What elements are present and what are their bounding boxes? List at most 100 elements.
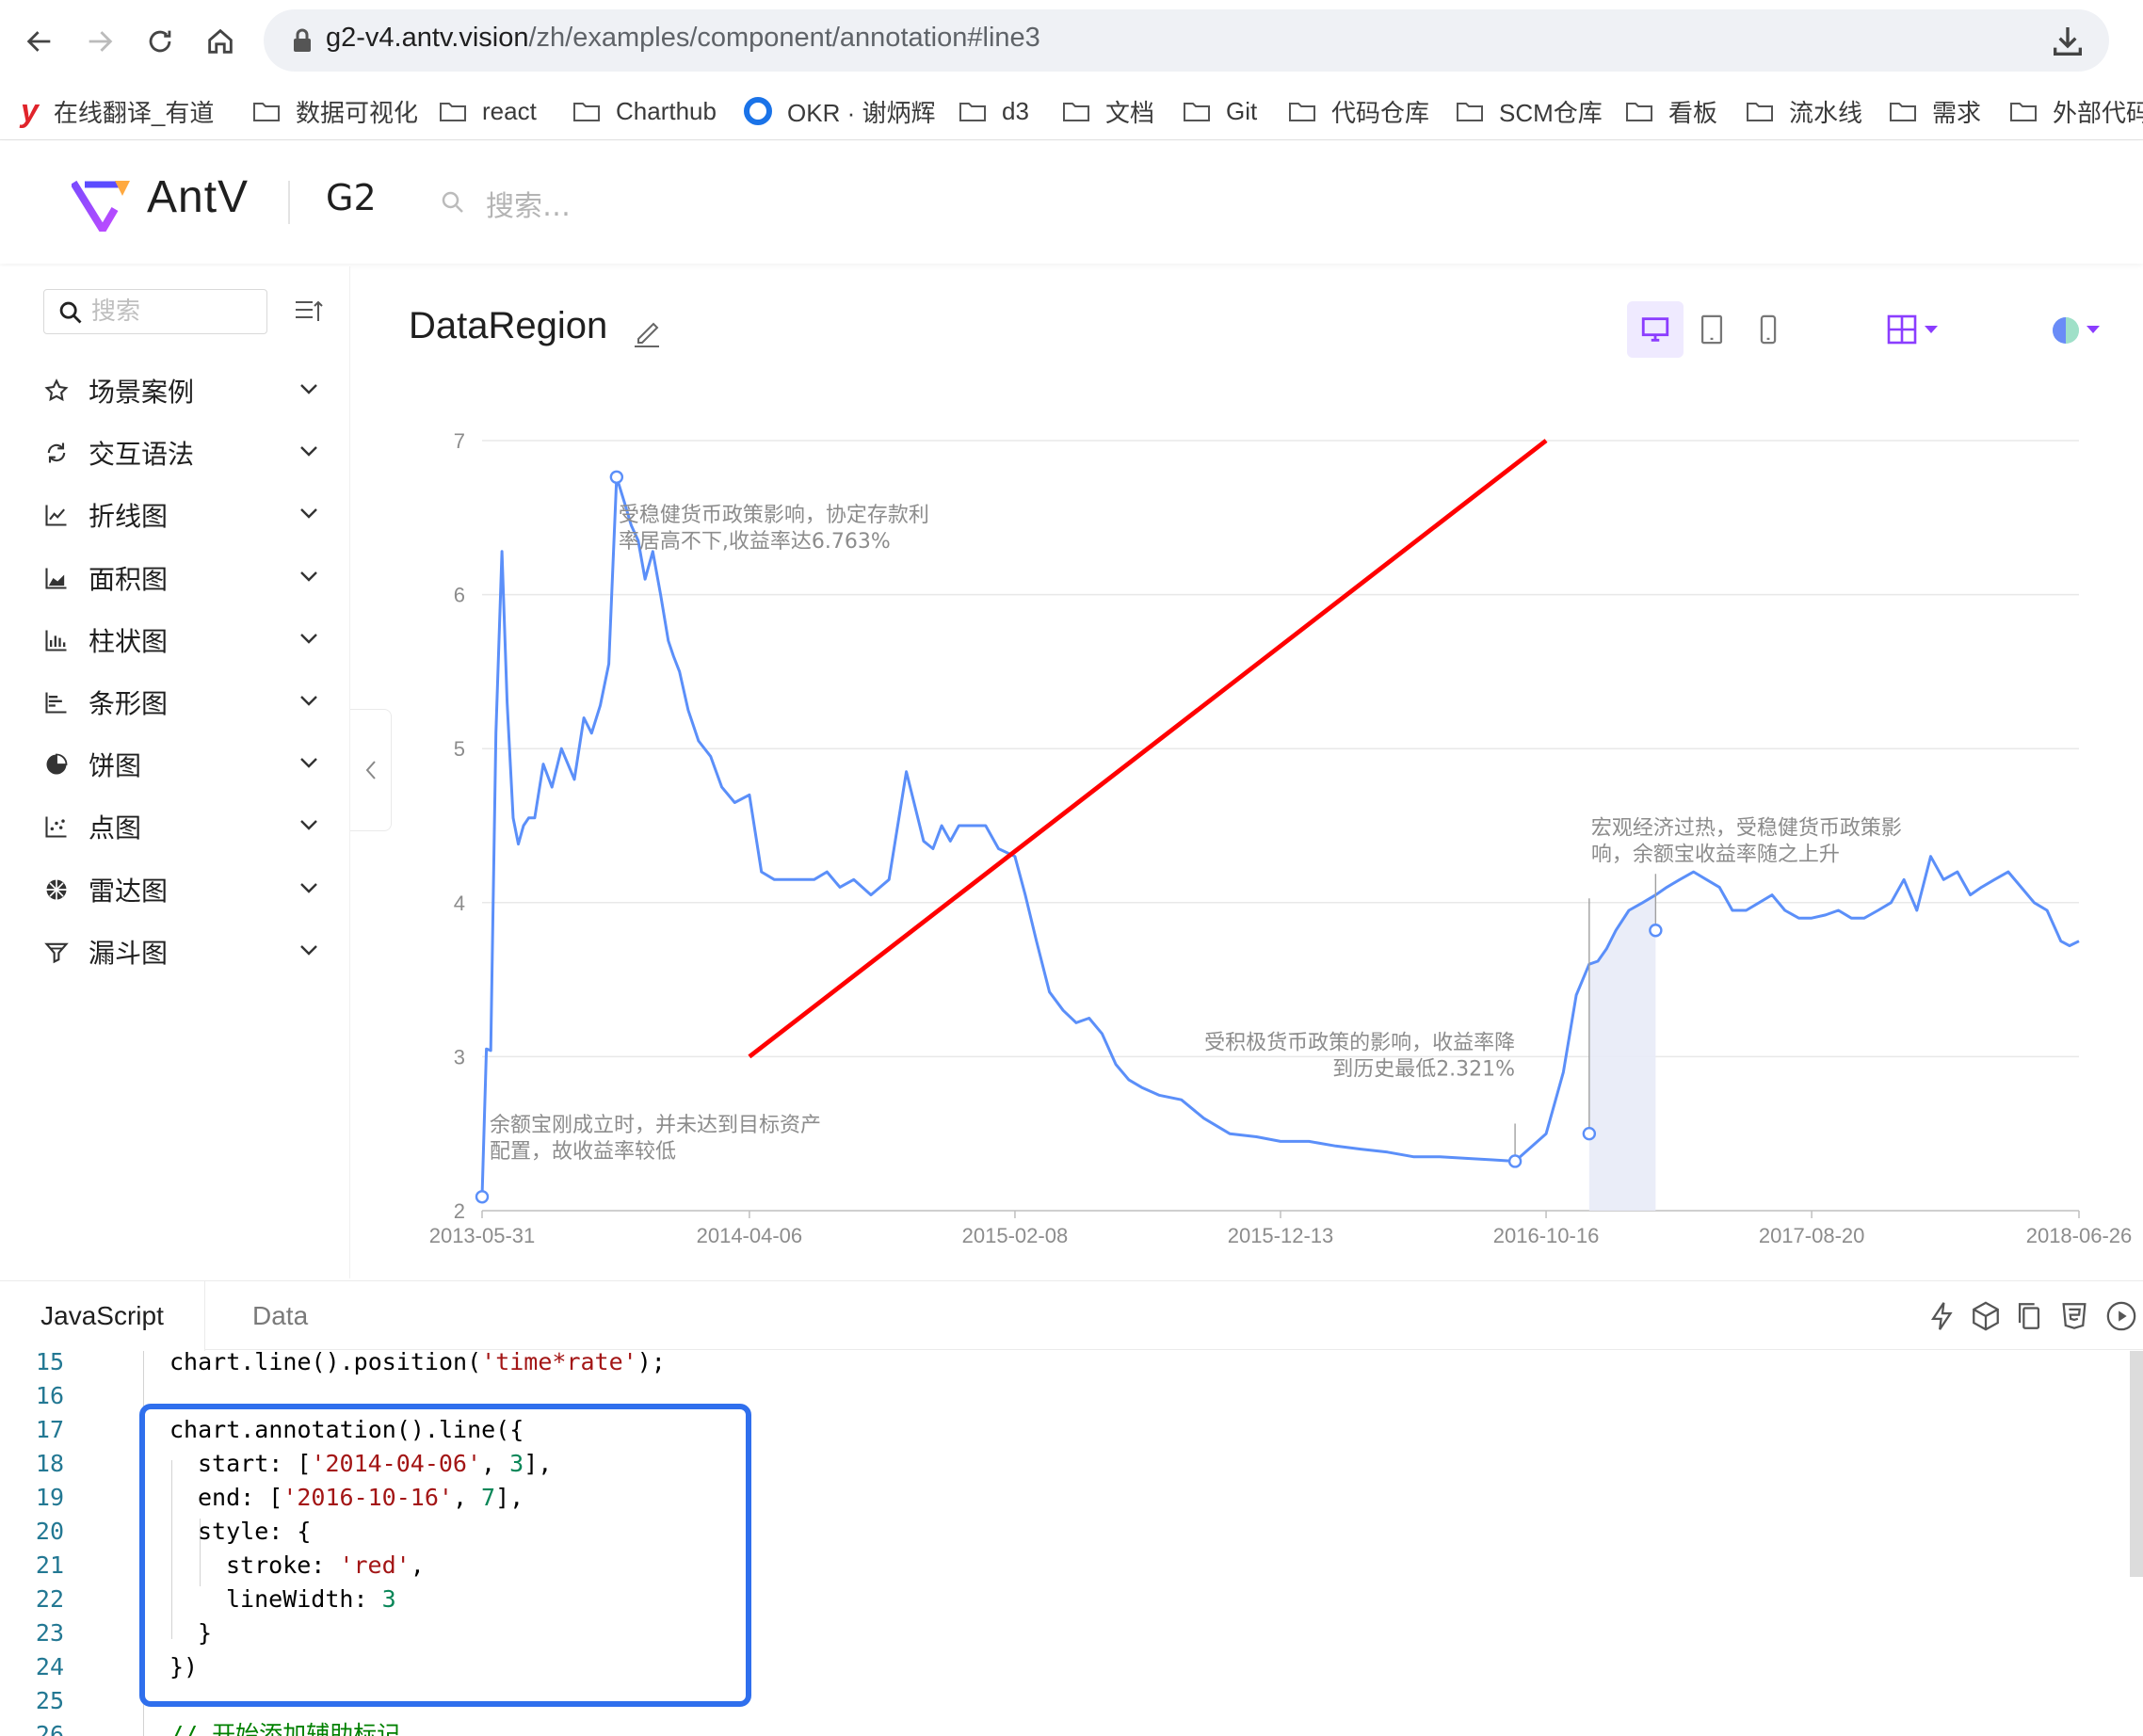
sidebar-item-label: 折线图 (89, 501, 169, 533)
html5-icon[interactable] (2058, 1300, 2090, 1332)
annotation-point (609, 470, 624, 484)
sidebar-search (43, 289, 267, 334)
chevron-down-icon (300, 944, 317, 956)
bookmark-item[interactable]: 文档 (1062, 93, 1154, 129)
sidebar-item-5[interactable]: 柱状图 (0, 608, 350, 670)
brand-name[interactable]: AntV (147, 171, 249, 223)
theme-switch-button[interactable] (2049, 311, 2107, 350)
bookmark-item[interactable]: Git (1183, 93, 1257, 129)
edit-icon[interactable] (633, 316, 661, 348)
sidebar-toggle-button[interactable] (350, 709, 392, 831)
sidebar-item-label: 面积图 (89, 563, 169, 595)
bookmark-label: 需求 (1932, 98, 1982, 127)
tablet-view-button[interactable] (1684, 301, 1740, 358)
chevron-down-icon (300, 508, 317, 520)
bookmark-item[interactable]: 数据可视化 (252, 93, 418, 129)
tab-javascript[interactable]: JavaScript (0, 1281, 205, 1351)
line-number: 26 (35, 1721, 64, 1736)
annotation-text: 受稳健货币政策影响，协定存款利 (619, 504, 929, 527)
lightning-icon[interactable] (1926, 1300, 1958, 1332)
product-name[interactable]: G2 (326, 177, 377, 218)
folder-icon (1063, 103, 1089, 121)
x-tick-label: 2015-02-08 (962, 1224, 1069, 1247)
mobile-view-button[interactable] (1740, 301, 1797, 358)
sidebar-item-label: 雷达图 (89, 875, 169, 907)
page-title: DataRegion (409, 305, 608, 346)
y-tick-label: 6 (454, 584, 465, 607)
layout-switch-button[interactable] (1885, 311, 1951, 350)
collapse-all-icon[interactable] (294, 298, 324, 325)
sidebar-item-9[interactable]: 雷达图 (0, 858, 350, 920)
reload-button[interactable] (137, 19, 183, 64)
bookmark-item[interactable]: 流水线 (1746, 93, 1862, 129)
annotation-text: 宏观经济过热，受稳健货币政策影 (1591, 816, 1902, 840)
radar-chart-icon (46, 879, 67, 900)
chevron-down-icon (300, 384, 317, 394)
code-editor[interactable]: 15 chart.line().position('time*rate'); 16 1… (0, 1351, 2143, 1736)
bookmark-item[interactable]: 需求 (1889, 93, 1981, 129)
bookmark-label: Charthub (616, 96, 717, 125)
sidebar-item-6[interactable]: 条形图 (0, 670, 350, 732)
desktop-icon (1641, 317, 1669, 342)
column-chart-icon (45, 630, 67, 651)
refresh-icon (47, 442, 66, 463)
bookmark-item[interactable]: 外部代码 (2009, 93, 2143, 129)
x-tick-label: 2014-04-06 (697, 1224, 803, 1247)
download-icon[interactable] (2049, 23, 2087, 60)
highlight-box (139, 1404, 751, 1707)
sidebar-item-1[interactable]: 场景案例 (0, 359, 350, 421)
sidebar-item-10[interactable]: 漏斗图 (0, 920, 350, 982)
copy-icon[interactable] (2013, 1300, 2045, 1332)
bookmark-item[interactable]: 代码仓库 (1288, 93, 1429, 129)
header-search-input[interactable]: 搜索… (486, 183, 571, 224)
bookmark-item[interactable]: Charthub (572, 93, 717, 129)
play-icon[interactable] (2105, 1300, 2137, 1332)
line-number: 22 (35, 1585, 64, 1613)
bookmark-label: Git (1226, 96, 1258, 125)
x-tick-label: 2013-05-31 (429, 1224, 536, 1247)
bookmark-label: react (482, 96, 537, 125)
bookmark-item[interactable]: react (439, 93, 537, 129)
sidebar-item-3[interactable]: 折线图 (0, 483, 350, 545)
annotation-text: 到历史最低2.321% (1332, 1057, 1515, 1081)
editor-scrollbar[interactable] (2130, 1351, 2143, 1577)
folder-icon (1457, 103, 1483, 121)
bookmark-item[interactable]: OKR · 谢炳辉 (744, 93, 935, 129)
bookmark-label: OKR · 谢炳辉 (787, 98, 936, 127)
bar-chart-icon (45, 692, 67, 714)
sidebar-item-label: 交互语法 (89, 439, 195, 471)
codesandbox-icon[interactable] (1970, 1300, 2002, 1332)
address-bar[interactable]: g2-v4.antv.vision/zh/examples/component/… (264, 9, 2109, 72)
annotation-text: 受积极货币政策的影响，收益率降 (1204, 1031, 1515, 1054)
back-button[interactable] (17, 19, 62, 64)
sidebar-search-input[interactable] (91, 296, 261, 328)
sidebar-item-8[interactable]: 点图 (0, 795, 350, 857)
tab-data[interactable]: Data (252, 1281, 308, 1351)
sidebar-item-2[interactable]: 交互语法 (0, 421, 350, 483)
annotation-point (1507, 1154, 1523, 1168)
desktop-view-button[interactable] (1627, 301, 1684, 358)
sidebar-item-7[interactable]: 饼图 (0, 732, 350, 795)
sidebar: 场景案例交互语法折线图面积图柱状图条形图饼图点图雷达图漏斗图 (0, 266, 350, 1278)
y-tick-label: 3 (454, 1045, 465, 1069)
line-number: 20 (35, 1518, 64, 1545)
line-number: 23 (35, 1619, 64, 1647)
code-token: ); (636, 1351, 666, 1375)
annotation-point (1582, 1127, 1597, 1141)
line-number: 19 (35, 1484, 64, 1511)
line-chart-icon (45, 505, 67, 526)
line-number: 24 (35, 1653, 64, 1680)
sidebar-item-4[interactable]: 面积图 (0, 546, 350, 608)
home-button[interactable] (198, 19, 243, 64)
bookmark-item[interactable]: SCM仓库 (1456, 93, 1603, 129)
annotation-text: 配置，故收益率较低 (490, 1140, 676, 1164)
bookmark-item[interactable]: d3 (959, 93, 1029, 129)
bookmarks-bar: y 在线翻译_有道 数据可视化 react Charthub OKR · 谢炳辉 d3 文档 G… (0, 82, 2143, 140)
forward-button[interactable] (77, 19, 122, 64)
antv-logo[interactable] (72, 177, 134, 232)
folder-icon (1747, 103, 1773, 121)
code-line: 26 // 开始添加辅助标记 (0, 1718, 2143, 1736)
line-number: 21 (35, 1551, 64, 1579)
bookmark-item[interactable]: 看板 (1625, 93, 1717, 129)
bookmark-item[interactable]: y 在线翻译_有道 (21, 93, 214, 129)
